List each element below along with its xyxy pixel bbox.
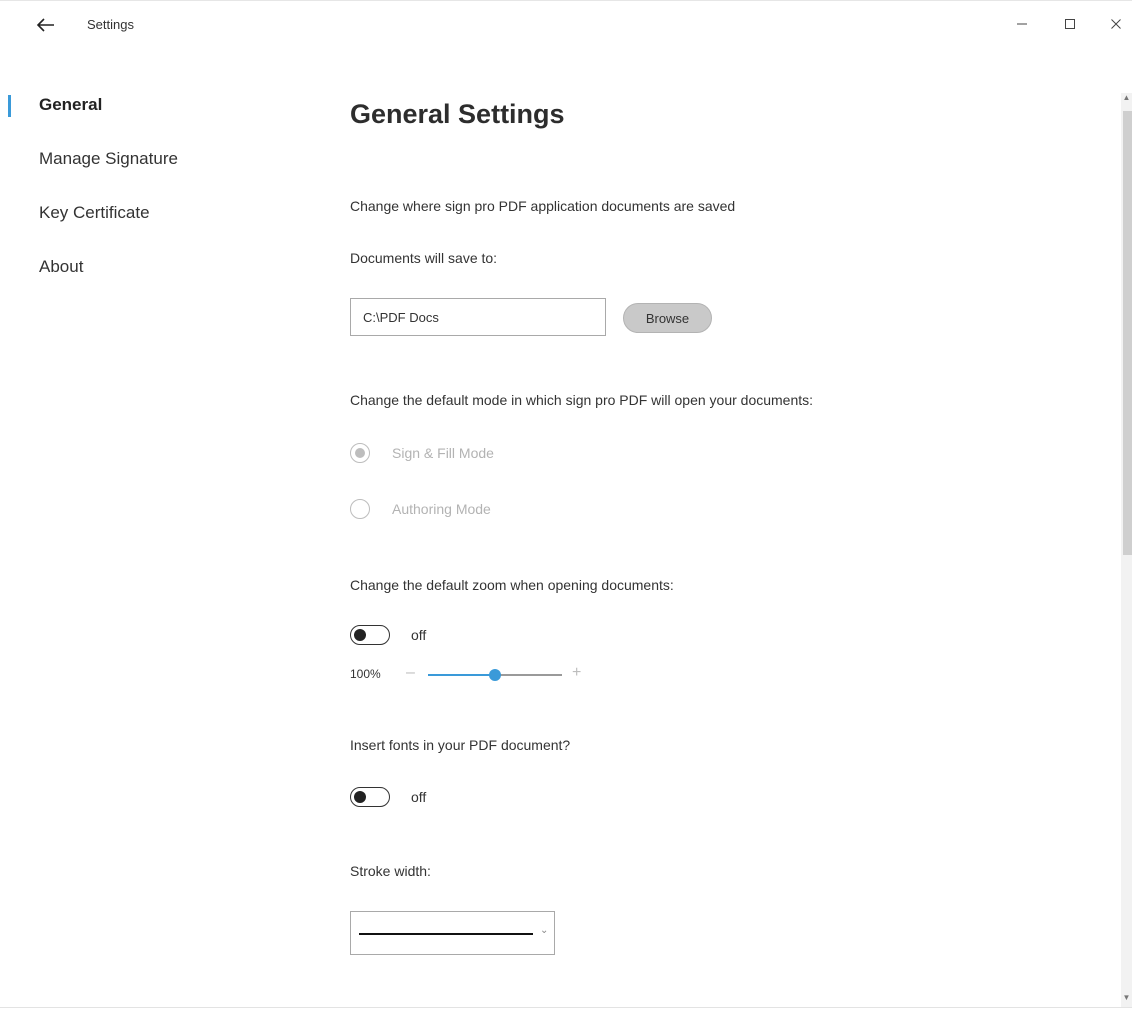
- close-button[interactable]: [1098, 9, 1132, 39]
- radio-checked-icon: [350, 443, 370, 463]
- stroke-width-dropdown[interactable]: ⌄: [350, 911, 555, 955]
- sidebar-item-manage-signature[interactable]: Manage Signature: [39, 149, 178, 169]
- stroke-width-label: Stroke width:: [350, 863, 431, 879]
- minimize-icon: [1017, 23, 1027, 25]
- toggle-switch-icon: [350, 787, 390, 807]
- scroll-up-icon[interactable]: ▲: [1121, 93, 1132, 107]
- page-title: General Settings: [350, 99, 565, 129]
- zoom-toggle[interactable]: off: [350, 623, 426, 647]
- sidebar-item-key-certificate[interactable]: Key Certificate: [39, 203, 150, 223]
- maximize-button[interactable]: [1052, 9, 1088, 39]
- zoom-out-button[interactable]: –: [406, 664, 415, 682]
- sidebar-item-about[interactable]: About: [39, 257, 83, 277]
- vertical-scrollbar[interactable]: ▲ ▼: [1121, 93, 1132, 1007]
- footer-divider: [0, 1007, 1132, 1008]
- title-bar: Settings: [0, 1, 1132, 49]
- radio-unchecked-icon: [350, 499, 370, 519]
- close-icon: [1111, 19, 1121, 29]
- back-arrow-icon: [36, 18, 54, 32]
- stroke-preview-line: [359, 933, 533, 935]
- fonts-toggle[interactable]: off: [350, 785, 426, 809]
- zoom-control: 100% – +: [350, 664, 610, 686]
- fonts-toggle-state: off: [411, 789, 427, 805]
- zoom-slider-fill: [428, 674, 495, 676]
- zoom-value-label: 100%: [350, 667, 381, 681]
- sidebar-item-general[interactable]: General: [39, 95, 102, 115]
- active-nav-indicator: [8, 95, 11, 117]
- zoom-slider-thumb[interactable]: [489, 669, 501, 681]
- scroll-down-icon[interactable]: ▼: [1121, 993, 1132, 1007]
- save-path-input[interactable]: [350, 298, 606, 336]
- open-mode-description: Change the default mode in which sign pr…: [350, 392, 814, 408]
- window-title: Settings: [87, 17, 134, 32]
- zoom-description: Change the default zoom when opening doc…: [350, 577, 674, 593]
- scrollbar-thumb[interactable]: [1123, 111, 1132, 555]
- chevron-down-icon: ⌄: [540, 925, 549, 936]
- radio-authoring-mode[interactable]: Authoring Mode: [350, 497, 491, 521]
- zoom-in-button[interactable]: +: [572, 664, 581, 682]
- minimize-button[interactable]: [1004, 9, 1040, 39]
- save-location-description: Change where sign pro PDF application do…: [350, 198, 736, 214]
- radio-sign-fill-mode[interactable]: Sign & Fill Mode: [350, 441, 494, 465]
- zoom-toggle-state: off: [411, 627, 427, 643]
- save-location-label: Documents will save to:: [350, 250, 498, 266]
- settings-window: Settings General Manage Signature Key Ce…: [0, 0, 1132, 1034]
- browse-button[interactable]: Browse: [623, 303, 712, 333]
- maximize-icon: [1065, 19, 1075, 29]
- zoom-slider[interactable]: [428, 669, 562, 681]
- fonts-description: Insert fonts in your PDF document?: [350, 737, 571, 753]
- radio-label: Sign & Fill Mode: [392, 445, 494, 461]
- back-button[interactable]: [34, 13, 58, 37]
- radio-label: Authoring Mode: [392, 501, 491, 517]
- toggle-switch-icon: [350, 625, 390, 645]
